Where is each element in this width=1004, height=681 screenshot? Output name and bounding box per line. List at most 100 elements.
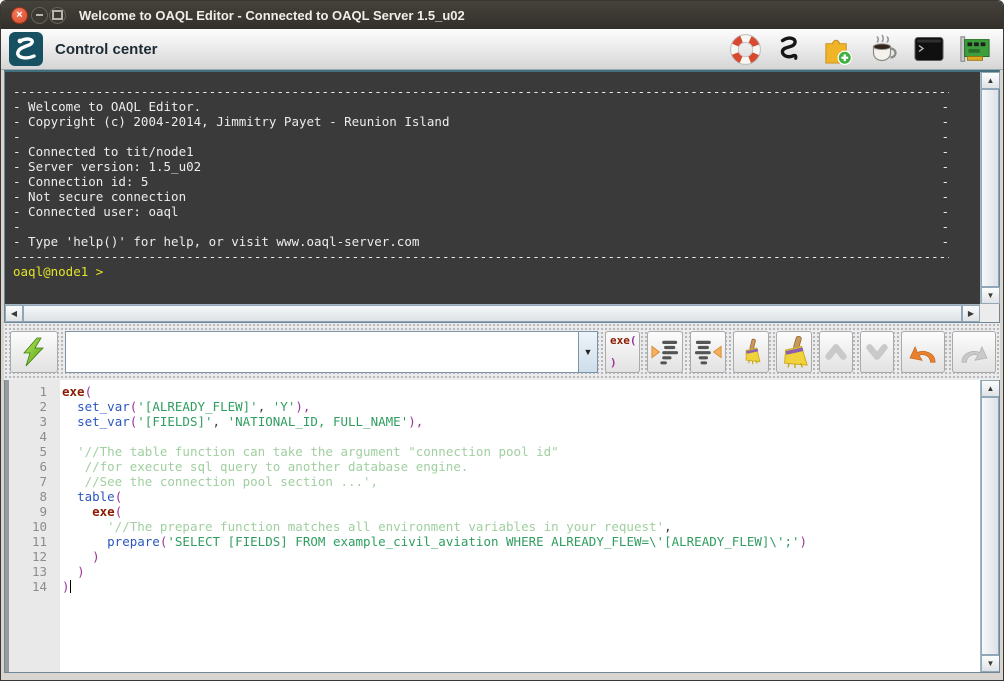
terminal-prompt: oaql@node1 >: [13, 264, 949, 279]
code-text: ): [62, 549, 100, 564]
query-toolbar: ▼ exe( ): [4, 323, 1000, 380]
scroll-left-button[interactable]: ◀: [5, 305, 23, 322]
undo-button[interactable]: [901, 331, 945, 373]
line-number: 6: [5, 459, 56, 474]
terminal-text: - Not secure connection: [13, 189, 186, 204]
terminal-text: ----------------------------------------…: [13, 249, 949, 264]
terminal-border: -: [941, 99, 949, 114]
big-broom-icon: [779, 336, 809, 368]
oaql-editor-window: × Welcome to OAQL Editor - Connected to …: [0, 0, 1004, 681]
scroll-down-button[interactable]: ▼: [981, 287, 1000, 304]
terminal-text: - Connected to tit/node1: [13, 144, 194, 159]
line-number: 7: [5, 474, 56, 489]
line-number: 5: [5, 444, 56, 459]
outdent-button[interactable]: [690, 331, 726, 373]
line-number: 4: [5, 429, 56, 444]
insert-exe-button[interactable]: exe( ): [605, 331, 640, 373]
code-text: exe(: [62, 384, 92, 399]
terminal-border: -: [941, 129, 949, 144]
code-line: 14): [5, 579, 980, 594]
add-plugin-icon[interactable]: [821, 33, 853, 65]
terminal-text: - Copyright (c) 2004-2014, Jimmitry Paye…: [13, 114, 450, 129]
code-text: ): [62, 564, 85, 579]
close-button[interactable]: ×: [11, 7, 28, 24]
scrollbar-thumb[interactable]: [981, 89, 999, 287]
console-horizontal-scrollbar[interactable]: ◀ ▶: [5, 304, 980, 322]
scroll-down-button[interactable]: ▼: [981, 655, 1000, 672]
terminal-border: -: [941, 219, 949, 234]
line-number: 9: [5, 504, 56, 519]
code-text: table(: [62, 489, 122, 504]
network-card-icon[interactable]: [959, 33, 991, 65]
oaql-logo-icon: [9, 32, 43, 66]
line-number: 10: [5, 519, 56, 534]
terminal-line: - Connected to tit/node1 -: [13, 144, 949, 159]
clean-all-button[interactable]: [776, 331, 812, 373]
terminal-line: - Copyright (c) 2004-2014, Jimmitry Paye…: [13, 114, 949, 129]
terminal-border: -: [941, 114, 949, 129]
undo-arrow-icon: [906, 339, 940, 365]
move-down-button[interactable]: [860, 331, 894, 373]
editor-vertical-scrollbar[interactable]: ▲ ▼: [980, 380, 999, 672]
line-number: 14: [5, 579, 56, 594]
minimize-button[interactable]: [31, 7, 48, 24]
chevron-up-icon: [821, 339, 851, 365]
redo-arrow-icon: [957, 339, 991, 365]
code-line: 9 exe(: [5, 504, 980, 519]
code-text: ): [62, 579, 71, 594]
terminal-line: - Connection id: 5-: [13, 174, 949, 189]
scroll-right-button[interactable]: ▶: [962, 305, 980, 322]
exe-snippet-top: exe(: [610, 335, 637, 347]
help-lifebuoy-icon[interactable]: [729, 33, 761, 65]
code-text: prepare('SELECT [FIELDS] FROM example_ci…: [62, 534, 807, 549]
terminal-line: --: [13, 219, 949, 234]
toolbar-icons: [729, 33, 995, 65]
terminal-screen-icon[interactable]: [913, 33, 945, 65]
console-vertical-scrollbar[interactable]: ▲ ▼: [980, 72, 999, 304]
terminal-line: - Not secure connection-: [13, 189, 949, 204]
code-line: 10 '//The prepare function matches all e…: [5, 519, 980, 534]
clean-line-button[interactable]: [733, 331, 769, 373]
console-output[interactable]: ----------------------------------------…: [5, 72, 980, 304]
maximize-button[interactable]: [49, 7, 66, 24]
combo-dropdown-button[interactable]: ▼: [578, 332, 597, 372]
scroll-up-button[interactable]: ▲: [981, 380, 1000, 397]
code-line: 7 //See the connection pool section ...'…: [5, 474, 980, 489]
line-number: 3: [5, 414, 56, 429]
terminal-text: ----------------------------------------…: [13, 84, 949, 99]
lightning-icon: [20, 337, 48, 367]
code-line: 1exe(: [5, 384, 980, 399]
scrollbar-thumb[interactable]: [23, 305, 962, 322]
scroll-up-button[interactable]: ▲: [981, 72, 1000, 89]
chevron-down-icon: [862, 339, 892, 365]
terminal-border: -: [941, 144, 949, 159]
terminal-line: ----------------------------------------…: [13, 249, 949, 264]
terminal-line: - Type 'help()' for help, or visit www.o…: [13, 234, 949, 249]
query-combobox: ▼: [65, 331, 598, 373]
line-number: 11: [5, 534, 56, 549]
exe-snippet-bottom: ): [610, 357, 617, 369]
indent-icon: [650, 338, 680, 366]
scrollbar-thumb[interactable]: [981, 397, 999, 655]
move-up-button[interactable]: [819, 331, 853, 373]
code-line: 2 set_var('[ALREADY_FLEW]', 'Y'),: [5, 399, 980, 414]
terminal-text: -: [13, 129, 21, 144]
code-editor[interactable]: 1exe( 2 set_var('[ALREADY_FLEW]', 'Y'), …: [4, 380, 1000, 673]
coffee-icon[interactable]: [867, 33, 899, 65]
code-text: //for execute sql query to another datab…: [62, 459, 468, 474]
snake-icon[interactable]: [775, 33, 807, 65]
terminal-border: -: [941, 204, 949, 219]
console-panel: ----------------------------------------…: [4, 70, 1000, 323]
code-area[interactable]: 1exe( 2 set_var('[ALREADY_FLEW]', 'Y'), …: [5, 380, 980, 672]
window-title: Welcome to OAQL Editor - Connected to OA…: [79, 8, 465, 23]
window-bottom-edge: [1, 673, 1003, 681]
app-toolbar: Control center: [1, 29, 1003, 70]
code-text: set_var('[FIELDS]', 'NATIONAL_ID, FULL_N…: [62, 414, 423, 429]
code-text: '//The table function can take the argum…: [62, 444, 559, 459]
query-input[interactable]: [66, 332, 578, 372]
terminal-text: - Server version: 1.5_u02: [13, 159, 201, 174]
execute-button[interactable]: [10, 331, 58, 373]
indent-button[interactable]: [647, 331, 683, 373]
redo-button[interactable]: [952, 331, 996, 373]
terminal-text: - Connection id: 5: [13, 174, 148, 189]
